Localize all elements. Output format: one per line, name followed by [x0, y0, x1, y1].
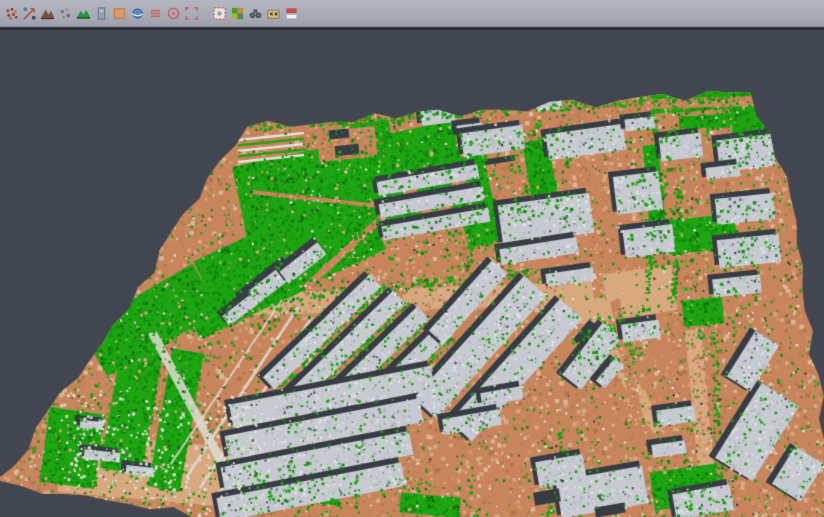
- terrain-icon[interactable]: [38, 2, 56, 24]
- 3d-viewport[interactable]: [0, 30, 824, 517]
- profile-icon[interactable]: [146, 2, 164, 24]
- transform-icon[interactable]: [20, 2, 38, 24]
- panel-icon[interactable]: [92, 2, 110, 24]
- selection-box-icon[interactable]: [210, 2, 228, 24]
- points-icon[interactable]: [56, 2, 74, 24]
- surface-icon[interactable]: [74, 2, 92, 24]
- classification-icon[interactable]: [228, 2, 246, 24]
- orbit-icon[interactable]: [128, 2, 146, 24]
- zoom-extents-icon[interactable]: [182, 2, 200, 24]
- application-window: [0, 0, 824, 517]
- point-cloud-render[interactable]: [0, 30, 824, 517]
- layers-icon[interactable]: [282, 2, 300, 24]
- toolbox-icon[interactable]: [264, 2, 282, 24]
- main-toolbar: [0, 0, 824, 27]
- point-cloud-icon[interactable]: [2, 2, 20, 24]
- center-view-icon[interactable]: [164, 2, 182, 24]
- area-icon[interactable]: [110, 2, 128, 24]
- binoculars-icon[interactable]: [246, 2, 264, 24]
- toolbar-divider: [200, 2, 210, 24]
